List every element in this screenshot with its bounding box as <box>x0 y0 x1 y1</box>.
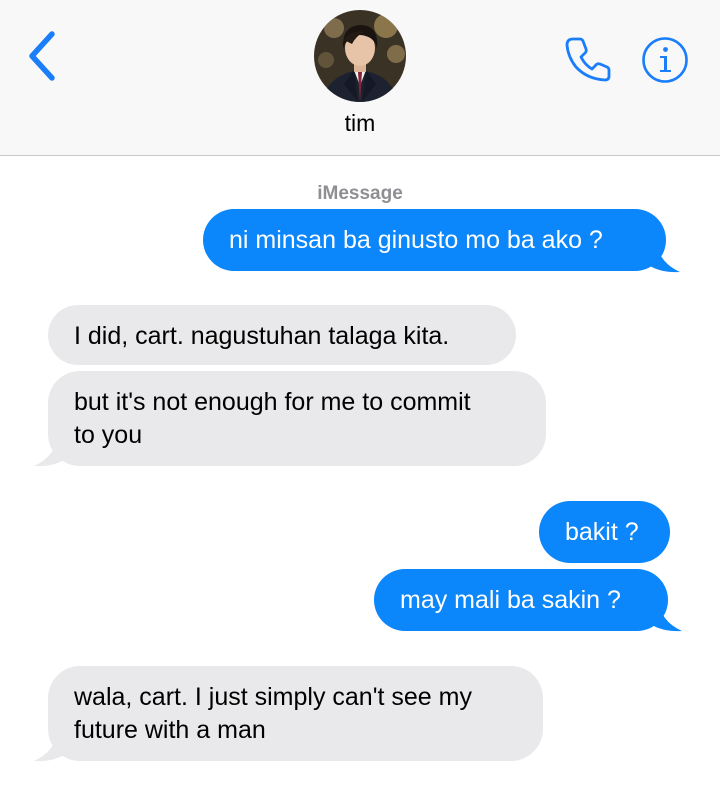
message-bubble-received[interactable]: but it's not enough for me to commit to … <box>48 371 546 466</box>
bubble-tail <box>34 729 64 762</box>
message-text-line: future with a man <box>74 716 266 744</box>
bubble-tail <box>652 599 682 632</box>
info-button[interactable] <box>641 36 689 84</box>
message-text-line: but it's not enough for me to commit <box>74 388 471 416</box>
contact-avatar[interactable] <box>314 10 406 102</box>
message-text-line: to you <box>74 421 143 449</box>
bubble-tail <box>34 434 64 467</box>
back-button[interactable] <box>22 28 62 84</box>
message-text: may mali ba sakin ? <box>400 586 621 614</box>
service-label: iMessage <box>317 183 403 204</box>
info-icon <box>642 37 688 83</box>
bubble-tail <box>650 240 680 273</box>
phone-icon <box>565 37 611 82</box>
message-text: I did, cart. nagustuhan talaga kita. <box>74 322 450 350</box>
message-bubble-sent[interactable]: ni minsan ba ginusto mo ba ako ? <box>203 209 666 271</box>
message-bubble-received[interactable]: I did, cart. nagustuhan talaga kita. <box>48 305 516 365</box>
chevron-left-icon <box>29 31 55 81</box>
message-text-line: wala, cart. I just simply can't see my <box>74 683 472 711</box>
message-bubble-sent[interactable]: bakit ? <box>539 501 670 563</box>
messages-screen: tim iMessage ni minsan ba ginusto mo ba … <box>0 0 720 795</box>
conversation-header: tim <box>0 0 720 156</box>
message-text: ni minsan ba ginusto mo ba ako ? <box>229 226 603 254</box>
message-bubble-received[interactable]: wala, cart. I just simply can't see my f… <box>48 666 543 761</box>
message-text: bakit ? <box>565 518 639 546</box>
contact-name[interactable]: tim <box>0 110 720 137</box>
message-bubble-sent[interactable]: may mali ba sakin ? <box>374 569 668 631</box>
avatar-photo <box>314 10 406 102</box>
call-button[interactable] <box>562 33 612 83</box>
